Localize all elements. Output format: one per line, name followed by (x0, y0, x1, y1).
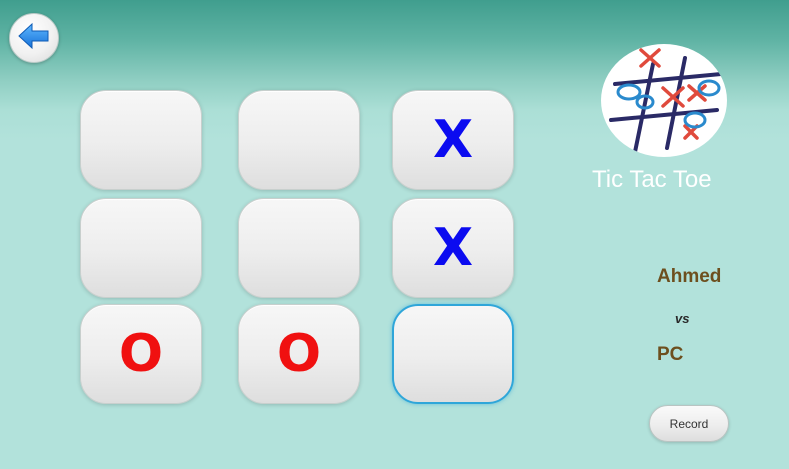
player-one-name: Ahmed (657, 266, 722, 287)
record-button[interactable]: Record (649, 405, 729, 442)
board-cell-1[interactable] (80, 90, 202, 190)
player-two-name: PC (657, 344, 684, 365)
back-button[interactable] (9, 13, 59, 63)
tic-tac-toe-logo (601, 44, 727, 157)
board-cell-7[interactable]: O (80, 304, 202, 404)
versus-label: vs (675, 311, 690, 326)
board-cell-5[interactable] (238, 198, 360, 298)
board-cell-6[interactable]: X (392, 198, 514, 298)
board-cell-8[interactable]: O (238, 304, 360, 404)
app-title: Tic Tac Toe (592, 166, 712, 193)
arrow-left-icon (17, 21, 51, 55)
board-cell-3[interactable]: X (392, 90, 514, 190)
board-cell-2[interactable] (238, 90, 360, 190)
board-cell-9[interactable] (392, 304, 514, 404)
board-cell-4[interactable] (80, 198, 202, 298)
